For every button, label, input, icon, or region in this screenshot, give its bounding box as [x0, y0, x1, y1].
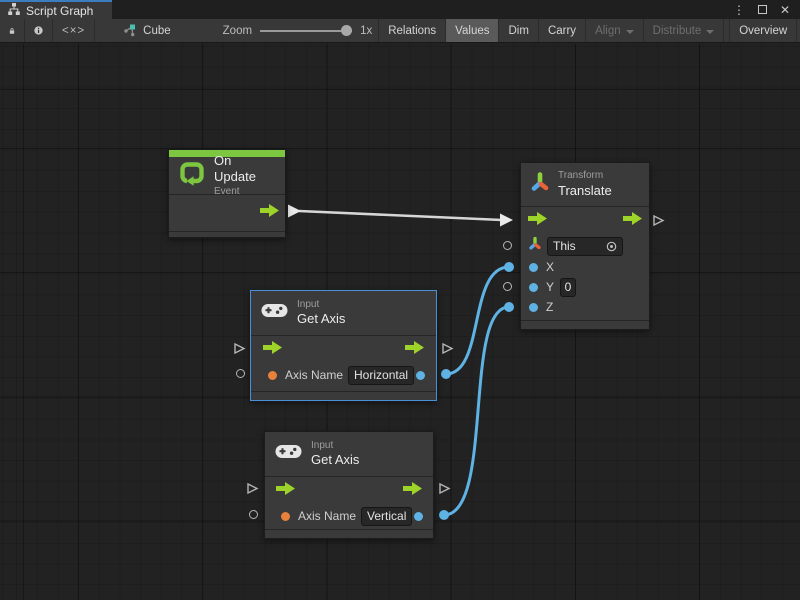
info-icon — [34, 24, 43, 37]
axis-name-label: Axis Name — [285, 368, 343, 382]
axis-name-connector[interactable] — [236, 369, 245, 378]
tab-script-graph[interactable]: Script Graph — [0, 0, 112, 19]
node-translate[interactable]: Transform Translate This — [520, 162, 650, 330]
flow-input-port[interactable] — [528, 212, 547, 230]
graph-node-icon — [123, 24, 137, 37]
info-button[interactable] — [25, 19, 53, 42]
axis-output-port[interactable] — [414, 512, 423, 521]
node-header: Transform Translate — [521, 163, 649, 207]
flow-output-port[interactable] — [260, 204, 279, 222]
flow-out-connector[interactable] — [438, 482, 451, 495]
graph-canvas[interactable]: On Update Event Transform Translate — [0, 44, 800, 600]
node-on-update[interactable]: On Update Event — [168, 149, 286, 238]
distribute-dropdown[interactable]: Distribute — [644, 19, 725, 42]
dim-button[interactable]: Dim — [499, 19, 538, 42]
flow-in-connector[interactable] — [233, 342, 246, 355]
z-port-label: Z — [546, 300, 553, 314]
node-footer — [169, 231, 285, 240]
flow-output-port[interactable] — [405, 341, 424, 359]
axis-name-label: Axis Name — [298, 509, 356, 523]
code-preview-button[interactable]: <×> — [53, 19, 95, 42]
flow-wire — [288, 205, 513, 227]
relations-button[interactable]: Relations — [378, 19, 446, 42]
graph-breadcrumb[interactable]: Cube — [113, 19, 181, 42]
zoom-slider[interactable] — [260, 24, 352, 38]
node-footer — [251, 391, 436, 400]
graph-hierarchy-icon — [8, 3, 20, 18]
node-title: Get Axis — [311, 452, 359, 468]
y-port-connector[interactable] — [503, 282, 512, 291]
x-port-label: X — [546, 260, 554, 274]
flow-output-port[interactable] — [623, 212, 642, 230]
gamepad-icon — [275, 443, 302, 465]
transform-icon — [531, 171, 549, 198]
tab-title: Script Graph — [26, 4, 93, 18]
node-get-axis-horizontal[interactable]: Input Get Axis Axis Name Horizontal — [250, 290, 437, 401]
zoom-value: 1x — [360, 25, 372, 37]
graph-name-label: Cube — [143, 25, 171, 37]
axis-name-value-field[interactable]: Vertical — [361, 507, 412, 526]
z-input-port[interactable] — [529, 303, 538, 312]
chevron-down-icon — [626, 30, 634, 34]
flow-input-port[interactable] — [276, 482, 295, 500]
window-controls: ⋮ ✕ — [733, 0, 800, 19]
tab-bar: Script Graph ⋮ ✕ — [0, 0, 800, 19]
node-get-axis-vertical[interactable]: Input Get Axis Axis Name Vertical — [264, 431, 434, 539]
overview-button[interactable]: Overview — [729, 19, 797, 42]
node-category: Input — [297, 299, 345, 312]
node-header: Input Get Axis — [251, 291, 436, 336]
flow-out-connector[interactable] — [441, 342, 454, 355]
flow-input-port[interactable] — [263, 341, 282, 359]
node-category: Input — [311, 440, 359, 453]
node-footer — [521, 320, 649, 329]
axis-name-input-port[interactable] — [268, 371, 277, 380]
node-header: Input Get Axis — [265, 432, 433, 477]
lock-button[interactable] — [0, 19, 25, 42]
flow-in-connector[interactable] — [246, 482, 259, 495]
node-footer — [265, 529, 433, 538]
flow-output-port[interactable] — [403, 482, 422, 500]
chevron-down-icon — [706, 30, 714, 34]
window-close-icon[interactable]: ✕ — [780, 4, 790, 16]
axis-name-value-field[interactable]: Horizontal — [348, 366, 414, 385]
axis-name-connector[interactable] — [249, 510, 258, 519]
value-wire-horizontal — [441, 262, 514, 379]
this-port-connector[interactable] — [503, 241, 512, 250]
window-menu-icon[interactable]: ⋮ — [733, 4, 745, 16]
node-title: Translate — [558, 183, 612, 199]
flow-out-connector[interactable] — [652, 214, 665, 227]
axis-output-port[interactable] — [416, 371, 425, 380]
zoom-slider-track[interactable] — [260, 30, 352, 32]
object-picker-icon[interactable] — [606, 241, 617, 252]
this-object-field[interactable]: This — [547, 237, 623, 256]
y-input-port[interactable] — [529, 283, 538, 292]
window-maximize-icon[interactable] — [758, 5, 767, 14]
zoom-slider-handle[interactable] — [341, 25, 352, 36]
y-port-label: Y — [546, 280, 554, 294]
update-loop-icon — [179, 160, 205, 191]
values-button[interactable]: Values — [446, 19, 499, 42]
lock-icon — [9, 25, 15, 37]
carry-button[interactable]: Carry — [539, 19, 586, 42]
node-title: On Update — [214, 153, 275, 186]
x-input-port[interactable] — [529, 263, 538, 272]
transform-port-icon[interactable] — [529, 236, 541, 256]
y-value-field[interactable]: 0 — [560, 278, 576, 297]
node-header: On Update Event — [169, 157, 285, 195]
graph-toolbar: <×> Cube Zoom 1x Relations Values Dim Ca… — [0, 19, 800, 43]
zoom-control: Zoom 1x — [217, 19, 379, 42]
axis-name-input-port[interactable] — [281, 512, 290, 521]
align-dropdown[interactable]: Align — [586, 19, 644, 42]
node-category: Transform — [558, 170, 612, 183]
zoom-label: Zoom — [223, 25, 252, 37]
gamepad-icon — [261, 302, 288, 324]
node-title: Get Axis — [297, 311, 345, 327]
